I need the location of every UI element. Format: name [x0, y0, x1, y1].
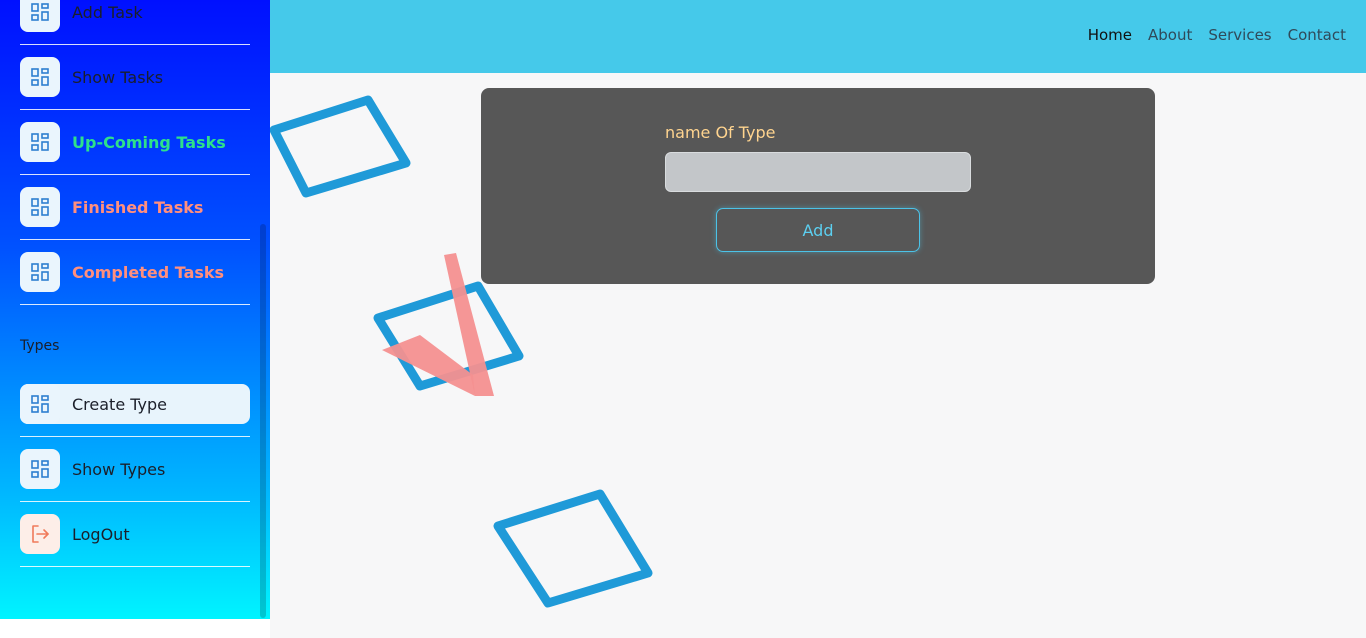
sidebar-item-label: Up-Coming Tasks: [72, 132, 226, 152]
sidebar-item-label: Finished Tasks: [72, 197, 204, 217]
divider: [20, 109, 250, 110]
dashboard-icon: [20, 57, 60, 97]
sidebar-item-show-tasks[interactable]: Show Tasks: [20, 57, 250, 97]
dashboard-icon: [20, 187, 60, 227]
nav-link-services[interactable]: Services: [1208, 26, 1271, 44]
dashboard-icon: [20, 122, 60, 162]
top-navbar: Home About Services Contact: [270, 0, 1366, 73]
add-button[interactable]: Add: [716, 208, 920, 252]
top-nav-links: Home About Services Contact: [1088, 26, 1346, 44]
dashboard-icon: [20, 0, 60, 32]
section-title-types: Types: [20, 338, 60, 354]
sidebar-item-upcoming-tasks[interactable]: Up-Coming Tasks: [20, 122, 250, 162]
logout-icon: [20, 514, 60, 554]
dashboard-icon: [20, 252, 60, 292]
divider: [20, 44, 250, 45]
divider: [20, 174, 250, 175]
sidebar-item-completed-tasks[interactable]: Completed Tasks: [20, 252, 250, 292]
dashboard-icon: [20, 384, 60, 424]
sidebar-item-label: Add Task: [72, 2, 143, 22]
sidebar-scrollbar[interactable]: [260, 224, 266, 618]
type-name-label: name Of Type: [665, 123, 776, 142]
sidebar-item-add-task[interactable]: Add Task: [20, 0, 250, 32]
nav-link-contact[interactable]: Contact: [1288, 26, 1346, 44]
create-type-form-card: name Of Type Add: [481, 88, 1155, 284]
divider: [20, 304, 250, 305]
divider: [20, 436, 250, 437]
nav-link-about[interactable]: About: [1148, 26, 1192, 44]
sidebar-item-label: Completed Tasks: [72, 262, 225, 282]
divider: [20, 566, 250, 567]
nav-link-home[interactable]: Home: [1088, 26, 1132, 44]
sidebar-item-label: LogOut: [72, 524, 130, 544]
sidebar-item-label: Create Type: [72, 394, 167, 414]
divider: [20, 501, 250, 502]
sidebar-item-show-types[interactable]: Show Types: [20, 449, 250, 489]
type-name-input[interactable]: [665, 152, 971, 192]
sidebar-footer-gap: [0, 619, 270, 638]
divider: [20, 239, 250, 240]
sidebar-item-create-type[interactable]: Create Type: [20, 384, 250, 424]
dashboard-icon: [20, 449, 60, 489]
sidebar-item-label: Show Tasks: [72, 67, 164, 87]
sidebar-item-finished-tasks[interactable]: Finished Tasks: [20, 187, 250, 227]
sidebar: Add Task Show Tasks Up-Coming Tasks Fini…: [0, 0, 270, 619]
sidebar-item-label: Show Types: [72, 459, 166, 479]
sidebar-item-logout[interactable]: LogOut: [20, 514, 250, 554]
